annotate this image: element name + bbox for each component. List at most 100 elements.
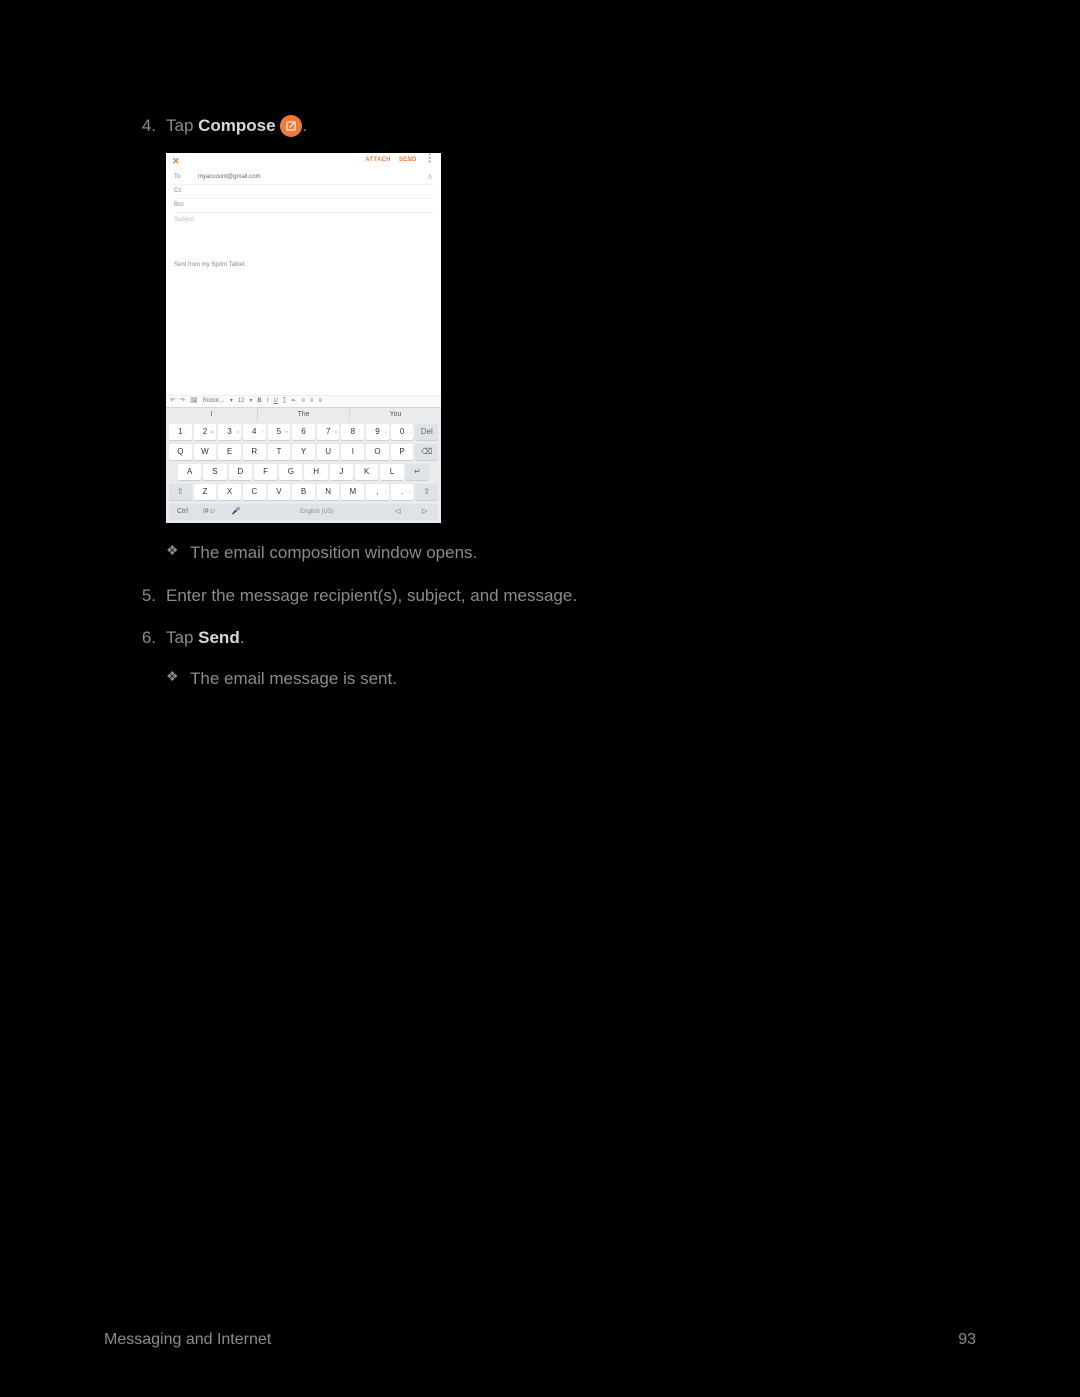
key: 4? [243, 424, 266, 440]
key: 5% [268, 424, 291, 440]
step-bold: Compose [198, 116, 275, 135]
compose-icon [280, 115, 302, 137]
key: ⌫ [415, 444, 438, 460]
key: N [317, 484, 340, 500]
bold-icon: B [257, 397, 261, 407]
image-icon: 🖼 [190, 397, 198, 407]
bullet-icon: ❖ [166, 665, 190, 692]
subject-placeholder: Subject [174, 213, 433, 227]
step-6-result: ❖ The email message is sent. [166, 665, 950, 692]
key: ⇧ [169, 484, 192, 500]
space-key: English (US) [250, 504, 385, 520]
key: U [317, 444, 340, 460]
key: ⇧ [415, 484, 438, 500]
step-number: 6. [130, 624, 166, 651]
key: Q [169, 444, 192, 460]
suggestion: You [350, 408, 441, 422]
step-text: Tap Send. [166, 624, 950, 651]
key: R [243, 444, 266, 460]
key-row: QWERTYUIOP⌫ [166, 442, 441, 462]
step-suffix: . [240, 628, 245, 647]
key: 8 [341, 424, 364, 440]
font-color-icon: T̲ [283, 397, 287, 407]
to-label: To [174, 173, 198, 183]
step-text: Enter the message recipient(s), subject,… [166, 582, 950, 609]
to-value: myaccount@gmail.com [198, 173, 260, 183]
key-row: 12@3#4?5%67&89(0)Del [166, 422, 441, 442]
compose-topbar: ✕ ATTACH SEND ⋮ [166, 153, 441, 169]
key: P [391, 444, 414, 460]
key: I [341, 444, 364, 460]
email-compose-screenshot: ✕ ATTACH SEND ⋮ To myaccount@gmail.com ∧… [166, 153, 441, 523]
underline-icon: U [273, 397, 277, 407]
attach-button: ATTACH [365, 156, 391, 166]
step-bold: Send [198, 628, 240, 647]
mic-key: 🎤 [223, 504, 250, 520]
step-4: 4. Tap Compose . [130, 112, 950, 139]
indent-icon: ⇤ [291, 397, 296, 407]
key: 3# [218, 424, 241, 440]
format-toolbar: ↶ ↷ 🖼 Robot…▾ 12▾ B I U T̲ ⇤ ≡ ≡ ≡ [166, 395, 441, 407]
dropdown-icon: ▾ [230, 397, 233, 407]
key: Z [194, 484, 217, 500]
step-5: 5. Enter the message recipient(s), subje… [130, 582, 950, 609]
bcc-row: Bcc [174, 199, 433, 213]
fields: To myaccount@gmail.com ∧ Cc Bcc Subject [166, 169, 441, 229]
step-6: 6. Tap Send. [130, 624, 950, 651]
key: O [366, 444, 389, 460]
key: F [254, 464, 277, 480]
to-row: To myaccount@gmail.com ∧ [174, 171, 433, 185]
redo-icon: ↷ [180, 397, 185, 407]
key-row: ⇧ZXCVBNM,!.?⇧ [166, 482, 441, 502]
key: K [355, 464, 378, 480]
sym-key: !#☺ [196, 504, 223, 520]
font-select: Robot… [203, 397, 225, 407]
key: 0) [391, 424, 414, 440]
key: C [243, 484, 266, 500]
key: M [341, 484, 364, 500]
signature: Sent from my Sprint Tablet. [174, 261, 433, 271]
cc-label: Cc [174, 187, 198, 197]
align-icon: ≡ [319, 397, 323, 407]
more-icon: ⋮ [425, 156, 435, 166]
key-row: ASDFGHJKL↵ [166, 462, 441, 482]
key-bottom-row: Ctrl !#☺ 🎤 English (US) ◁ ▷ [169, 504, 438, 520]
key: L [380, 464, 403, 480]
key: T [268, 444, 291, 460]
key: 6 [292, 424, 315, 440]
key: W [194, 444, 217, 460]
ctrl-key: Ctrl [169, 504, 196, 520]
dropdown-icon: ▾ [249, 397, 252, 407]
step-number: 5. [130, 582, 166, 609]
suggestion-bar: I The You [166, 408, 441, 422]
step-number: 4. [130, 112, 166, 139]
content: 4. Tap Compose . ✕ ATTACH SEND ⋮ To myac… [130, 112, 950, 708]
step-text: Tap Compose . [166, 112, 950, 139]
left-key: ◁ [384, 504, 411, 520]
collapse-icon: ∧ [427, 171, 433, 184]
suggestion: The [258, 408, 350, 422]
topbar-actions: ATTACH SEND ⋮ [365, 156, 435, 166]
page: 4. Tap Compose . ✕ ATTACH SEND ⋮ To myac… [0, 0, 1080, 1397]
key: A [178, 464, 201, 480]
step-prefix: Tap [166, 628, 198, 647]
key: J [330, 464, 353, 480]
key: S [203, 464, 226, 480]
numbered-list-icon: ≡ [310, 397, 314, 407]
cc-row: Cc [174, 185, 433, 199]
step-tail: . [302, 116, 307, 135]
key: 9( [366, 424, 389, 440]
key: X [218, 484, 241, 500]
key: 7& [317, 424, 340, 440]
key: H [304, 464, 327, 480]
compose-body: Sent from my Sprint Tablet. [166, 229, 441, 395]
keyboard: I The You 12@3#4?5%67&89(0)Del QWERTYUIO… [166, 407, 441, 523]
result-text: The email message is sent. [190, 665, 950, 692]
key: E [218, 444, 241, 460]
key: 1 [169, 424, 192, 440]
footer: Messaging and Internet 93 [104, 1331, 976, 1349]
key: 2@ [194, 424, 217, 440]
key: V [268, 484, 291, 500]
send-button: SEND [399, 156, 417, 166]
undo-icon: ↶ [170, 397, 175, 407]
